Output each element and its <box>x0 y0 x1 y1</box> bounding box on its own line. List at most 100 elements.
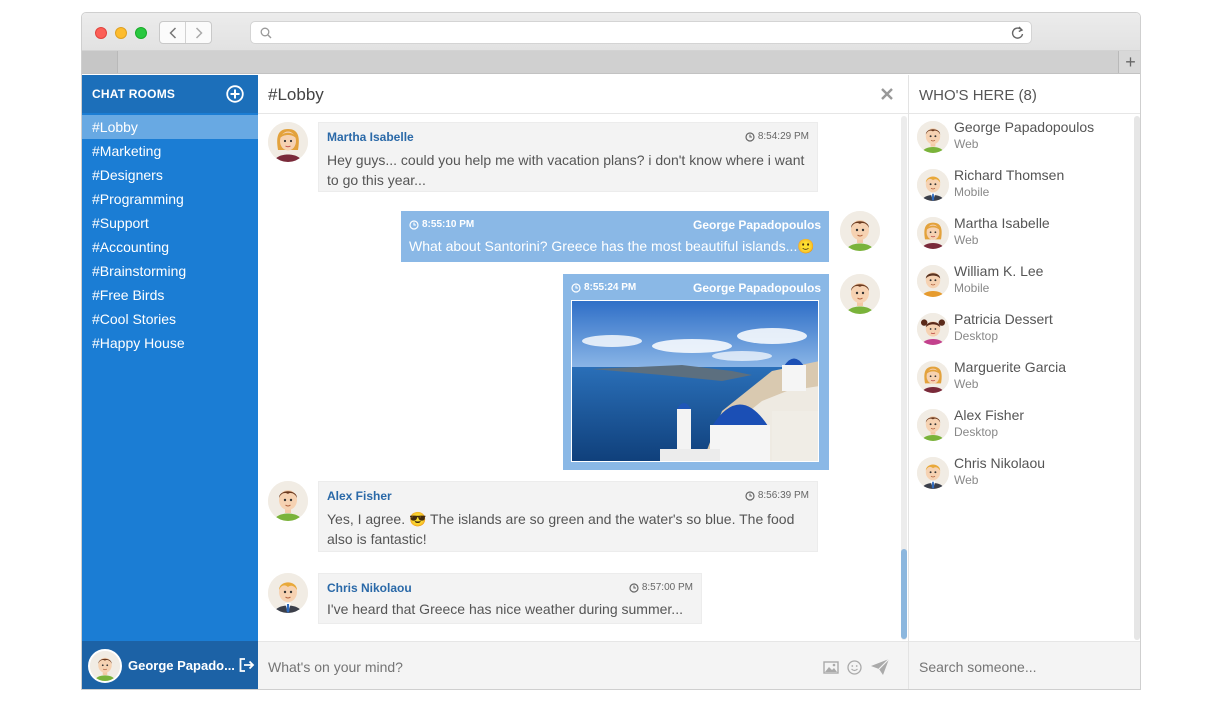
image-icon[interactable] <box>823 660 839 674</box>
room-item-marketing[interactable]: #Marketing <box>82 139 258 163</box>
user-item[interactable]: Chris Nikolaou Web <box>909 455 1129 503</box>
message-list: Martha Isabelle 8:54:29 PM Hey guys... c… <box>258 115 908 641</box>
own-message-bubble: 8:55:10 PM George Papadopoulos What abou… <box>401 211 829 262</box>
santorini-photo[interactable] <box>571 300 819 462</box>
message-author[interactable]: Martha Isabelle <box>327 130 414 144</box>
user-item[interactable]: Alex Fisher Desktop <box>909 407 1129 455</box>
user-name: George Papadopoulos <box>954 119 1095 135</box>
avatar[interactable] <box>840 211 880 251</box>
room-item-lobby[interactable]: #Lobby <box>82 115 258 139</box>
user-item[interactable]: Martha Isabelle Web <box>909 215 1129 263</box>
current-user-avatar[interactable] <box>88 649 122 683</box>
chat-scrollbar-thumb[interactable] <box>901 549 907 639</box>
user-name: Martha Isabelle <box>954 215 1050 231</box>
room-item-support[interactable]: #Support <box>82 211 258 235</box>
clock-icon <box>745 131 755 142</box>
user-device: Desktop <box>954 329 999 343</box>
chevron-left-icon <box>169 26 176 39</box>
users-header: WHO'S HERE (8) <box>909 75 1140 114</box>
user-device: Web <box>954 137 979 151</box>
user-device: Desktop <box>954 425 999 439</box>
smile-emoji-icon: 🙂 <box>797 238 815 254</box>
room-item-cool-stories[interactable]: #Cool Stories <box>82 307 258 331</box>
minimize-window-button[interactable] <box>115 27 127 39</box>
add-room-icon[interactable] <box>226 85 244 103</box>
user-name: Chris Nikolaou <box>954 455 1046 471</box>
room-item-designers[interactable]: #Designers <box>82 163 258 187</box>
room-item-programming[interactable]: #Programming <box>82 187 258 211</box>
user-search-bar <box>909 641 1140 689</box>
maximize-window-button[interactable] <box>135 27 147 39</box>
address-bar[interactable] <box>250 21 1032 44</box>
clock-icon <box>629 582 639 593</box>
avatar <box>917 361 949 393</box>
message-text: Yes, I agree. 😎 The islands are so green… <box>327 509 805 549</box>
new-tab-button[interactable]: + <box>1118 51 1140 73</box>
room-title: #Lobby <box>268 85 324 104</box>
browser-tab[interactable] <box>82 51 118 73</box>
message-author[interactable]: Alex Fisher <box>327 489 392 503</box>
avatar <box>917 313 949 345</box>
user-device: Web <box>954 377 979 391</box>
avatar <box>917 121 949 153</box>
avatar <box>917 457 949 489</box>
history-nav <box>159 21 212 44</box>
sunglasses-emoji-icon: 😎 <box>408 511 427 527</box>
avatar <box>917 409 949 441</box>
avatar <box>917 217 949 249</box>
current-user-name: George Papado... <box>128 658 235 673</box>
message-author[interactable]: George Papadopoulos <box>693 281 821 295</box>
chat-header: #Lobby <box>258 75 908 114</box>
composer-actions <box>823 658 890 676</box>
message-text-part: Yes, I agree. <box>327 511 409 527</box>
room-item-accounting[interactable]: #Accounting <box>82 235 258 259</box>
room-item-free-birds[interactable]: #Free Birds <box>82 283 258 307</box>
avatar[interactable] <box>840 274 880 314</box>
message-input[interactable] <box>268 659 808 675</box>
user-name: Richard Thomsen <box>954 167 1065 183</box>
plus-icon: + <box>1125 52 1136 72</box>
avatar[interactable] <box>268 573 308 613</box>
browser-window: + CHAT ROOMS #Lobby #Marketing #Designer… <box>81 12 1141 690</box>
send-icon[interactable] <box>870 658 890 676</box>
clock-icon <box>745 490 755 501</box>
emoji-icon[interactable] <box>847 659 862 675</box>
user-item[interactable]: Marguerite Garcia Web <box>909 359 1129 407</box>
user-item[interactable]: George Papadopoulos Web <box>909 119 1129 167</box>
avatar[interactable] <box>268 122 308 162</box>
room-item-brainstorming[interactable]: #Brainstorming <box>82 259 258 283</box>
chevron-right-icon <box>195 26 203 39</box>
room-list: #Lobby #Marketing #Designers #Programmin… <box>82 115 258 355</box>
forward-button[interactable] <box>185 22 211 43</box>
user-item[interactable]: Richard Thomsen Mobile <box>909 167 1129 215</box>
user-list: George Papadopoulos Web Richard Thomsen … <box>909 119 1129 503</box>
close-window-button[interactable] <box>95 27 107 39</box>
users-scrollbar[interactable] <box>1134 116 1140 640</box>
search-icon <box>260 27 272 39</box>
message-time: 8:57:00 PM <box>629 582 693 593</box>
message-author[interactable]: Chris Nikolaou <box>327 581 412 595</box>
message-time-text: 8:54:29 PM <box>757 131 809 142</box>
message-time-text: 8:56:39 PM <box>757 490 809 501</box>
browser-titlebar <box>82 13 1140 51</box>
online-users-panel: WHO'S HERE (8) George Papadopoulos Web R… <box>908 75 1140 689</box>
user-item[interactable]: Patricia Dessert Desktop <box>909 311 1129 359</box>
user-search-input[interactable] <box>919 659 1119 675</box>
message-time: 8:55:24 PM <box>571 282 636 293</box>
back-button[interactable] <box>160 22 185 43</box>
avatar[interactable] <box>268 481 308 521</box>
message-time-text: 8:55:24 PM <box>584 282 637 293</box>
message-author[interactable]: George Papadopoulos <box>693 218 821 232</box>
user-item[interactable]: William K. Lee Mobile <box>909 263 1129 311</box>
user-device: Web <box>954 473 979 487</box>
room-item-happy-house[interactable]: #Happy House <box>82 331 258 355</box>
clock-icon <box>409 219 419 230</box>
reload-icon[interactable] <box>1011 26 1024 40</box>
message-text: Hey guys... could you help me with vacat… <box>327 152 805 188</box>
close-icon[interactable] <box>880 87 894 101</box>
logout-icon[interactable] <box>238 657 256 673</box>
user-name: Alex Fisher <box>954 407 1025 423</box>
sidebar-title: CHAT ROOMS <box>92 87 176 101</box>
avatar <box>917 265 949 297</box>
avatar <box>917 169 949 201</box>
